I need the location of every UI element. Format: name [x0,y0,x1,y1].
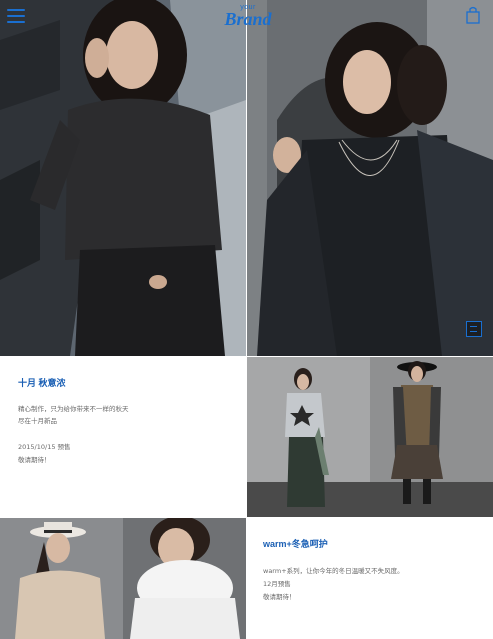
card-october-title: 十月 秋意浓 [18,378,66,388]
card-warm[interactable]: warm+冬急呵护 warm+系列，让你今年的冬日温暖又不失风度。 12月预售 … [247,518,493,639]
photo-woman-phone[interactable] [0,0,246,356]
card-warm-line3: 敬请期待！ [263,593,296,601]
shopping-bag-icon[interactable] [466,6,480,24]
card-october[interactable]: 十月 秋意浓 精心制作，只为给你带来不一样的秋天 尽在十月新品 2015/10/… [0,357,246,517]
chat-icon[interactable] [466,321,482,337]
card-october-line2: 尽在十月新品 [18,417,57,425]
card-october-line4: 敬请期待！ [18,456,51,464]
card-october-date: 2015/10/15 预售 [18,443,71,451]
hamburger-menu-icon[interactable] [7,9,25,25]
card-warm-line2: 12月预售 [263,580,291,588]
card-warm-line1: warm+系列，让你今年的冬日温暖又不失风度。 [263,567,404,575]
photo-white-hat-scarf-image [0,518,246,639]
card-october-line1: 精心制作，只为给你带来不一样的秋天 [18,405,129,413]
photo-white-hat-scarf[interactable] [0,518,246,639]
photo-woman-phone-image [0,0,246,356]
logo-main-text: Brand [224,9,272,29]
photo-two-outfits[interactable] [247,357,493,517]
brand-logo[interactable]: your Brand [218,4,278,30]
photo-woman-necklace[interactable] [247,0,493,356]
photo-woman-necklace-image [247,0,493,356]
photo-two-outfits-image [247,357,493,517]
card-warm-title: warm+冬急呵护 [263,539,328,549]
